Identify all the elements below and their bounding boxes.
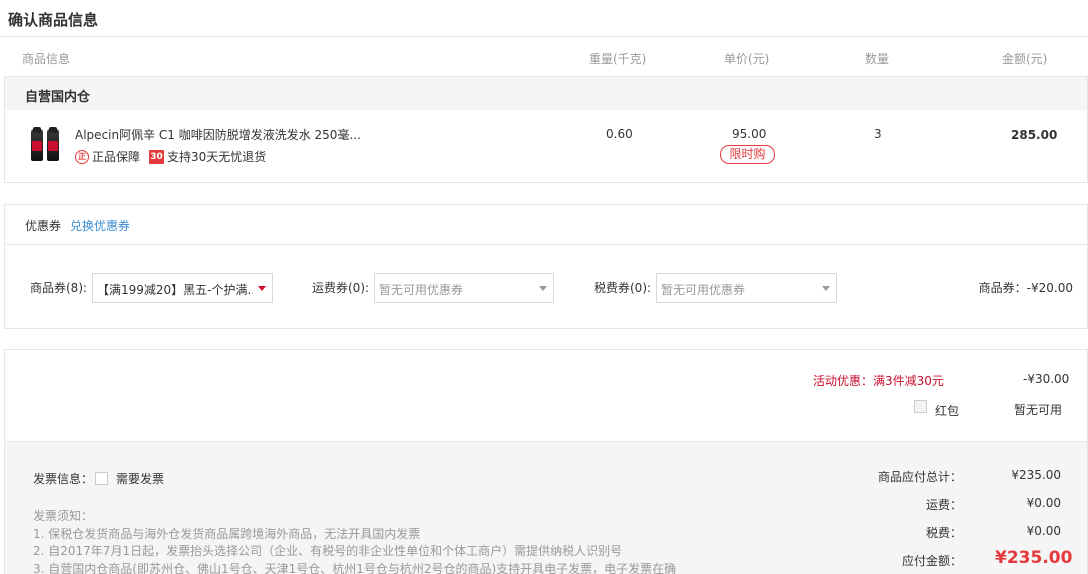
store-header: 自营国内仓 — [4, 76, 1088, 110]
chevron-down-icon — [822, 286, 830, 291]
genuine-guarantee-icon: 正 — [75, 149, 89, 164]
red-packet-label: 红包 — [935, 404, 960, 418]
genuine-guarantee-label: 正品保障 — [92, 150, 141, 164]
red-packet-checkbox[interactable] — [914, 400, 927, 413]
coupon-divider — [5, 244, 1087, 245]
pay-amount-value: ¥235.00 — [995, 548, 1073, 568]
exchange-coupon-link[interactable]: 兑换优惠券 — [70, 217, 130, 234]
product-row: Alpecin阿佩辛 C1 咖啡因防脱增发液洗发水 250毫... 正 正品保障… — [4, 110, 1088, 183]
column-header-product: 商品信息 — [22, 52, 71, 66]
promotion-label: 活动优惠：满3件减30元 — [813, 374, 944, 388]
invoice-note-item: 3. 自营国内仓商品(即苏州仓、佛山1号仓、天津1号仓、杭州1号仓与杭州2号仓的… — [33, 561, 677, 574]
shipping-coupon-label: 运费券(0): — [312, 281, 370, 295]
product-weight: 0.60 — [606, 127, 633, 141]
return-30-days-icon: 30 — [149, 149, 165, 164]
product-tags: 正 正品保障 30 支持30天无忧退货 — [75, 148, 266, 165]
chevron-down-icon — [258, 286, 266, 291]
column-header-quantity: 数量 — [865, 52, 890, 66]
tax-coupon-placeholder: 暂无可用优惠券 — [661, 283, 746, 297]
need-invoice-label[interactable]: 需要发票 — [116, 470, 164, 487]
need-invoice-checkbox[interactable] — [95, 472, 108, 485]
product-name-link[interactable]: Alpecin阿佩辛 C1 咖啡因防脱增发液洗发水 250毫... — [75, 126, 361, 143]
product-amount: 285.00 — [1011, 128, 1058, 142]
goods-total-value: ¥235.00 — [1011, 468, 1061, 482]
invoice-note-item: 2. 自2017年7月1日起，发票抬头选择公司（企业、有税号的非企业性单位和个体… — [33, 544, 623, 558]
column-header-weight: 重量(千克) — [589, 52, 647, 66]
return-policy-label: 支持30天无忧退货 — [167, 150, 267, 164]
red-packet-status: 暂无可用 — [1014, 403, 1063, 417]
page-title: 确认商品信息 — [8, 11, 99, 29]
goods-coupon-label: 商品券(8): — [30, 281, 88, 295]
tax-coupon-label: 税费券(0): — [594, 281, 652, 295]
store-name: 自营国内仓 — [25, 90, 91, 105]
coupon-heading: 优惠券 — [25, 219, 62, 233]
product-quantity: 3 — [874, 127, 882, 141]
coupon-section: 优惠券 兑换优惠券 商品券(8): 【满199减20】黑五-个护满... 运费券… — [4, 204, 1088, 329]
title-divider — [0, 36, 1088, 37]
column-header-unit-price: 单价(元) — [724, 52, 770, 66]
goods-coupon-select[interactable]: 【满199减20】黑五-个护满... — [92, 273, 273, 303]
pay-amount-label: 应付金额： — [902, 554, 963, 568]
tax-coupon-select[interactable]: 暂无可用优惠券 — [656, 273, 837, 303]
goods-coupon-selected: 【满199减20】黑五-个护满... — [97, 283, 253, 297]
goods-total-label: 商品应付总计： — [878, 470, 963, 484]
invoice-label: 发票信息： — [33, 472, 94, 486]
invoice-notes-title: 发票须知： — [33, 509, 94, 523]
limited-time-badge: 限时购 — [720, 145, 775, 164]
shipping-fee-value: ¥0.00 — [1026, 496, 1061, 510]
invoice-notes: 发票须知： 1. 保税仓发货商品与海外仓发货商品属跨境海外商品，无法开具国内发票… — [33, 508, 676, 574]
tax-fee-value: ¥0.00 — [1026, 524, 1061, 538]
goods-coupon-discount: 商品券：-¥20.00 — [978, 281, 1073, 295]
chevron-down-icon — [539, 286, 547, 291]
shipping-fee-label: 运费： — [926, 498, 963, 512]
column-header-amount: 金额(元) — [1002, 52, 1048, 66]
invoice-note-item: 1. 保税仓发货商品与海外仓发货商品属跨境海外商品，无法开具国内发票 — [33, 526, 421, 541]
shipping-coupon-placeholder: 暂无可用优惠券 — [379, 283, 464, 297]
tax-fee-label: 税费： — [926, 526, 963, 540]
promotion-section: 活动优惠：满3件减30元 -¥30.00 红包 暂无可用 — [4, 349, 1088, 441]
product-unit-price: 95.00 — [732, 127, 767, 141]
product-thumbnail[interactable] — [29, 127, 61, 163]
promotion-value: -¥30.00 — [1023, 372, 1070, 386]
invoice-and-totals-section: 发票信息： 需要发票 发票须知： 1. 保税仓发货商品与海外仓发货商品属跨境海外… — [4, 441, 1088, 574]
shipping-coupon-select[interactable]: 暂无可用优惠券 — [374, 273, 554, 303]
